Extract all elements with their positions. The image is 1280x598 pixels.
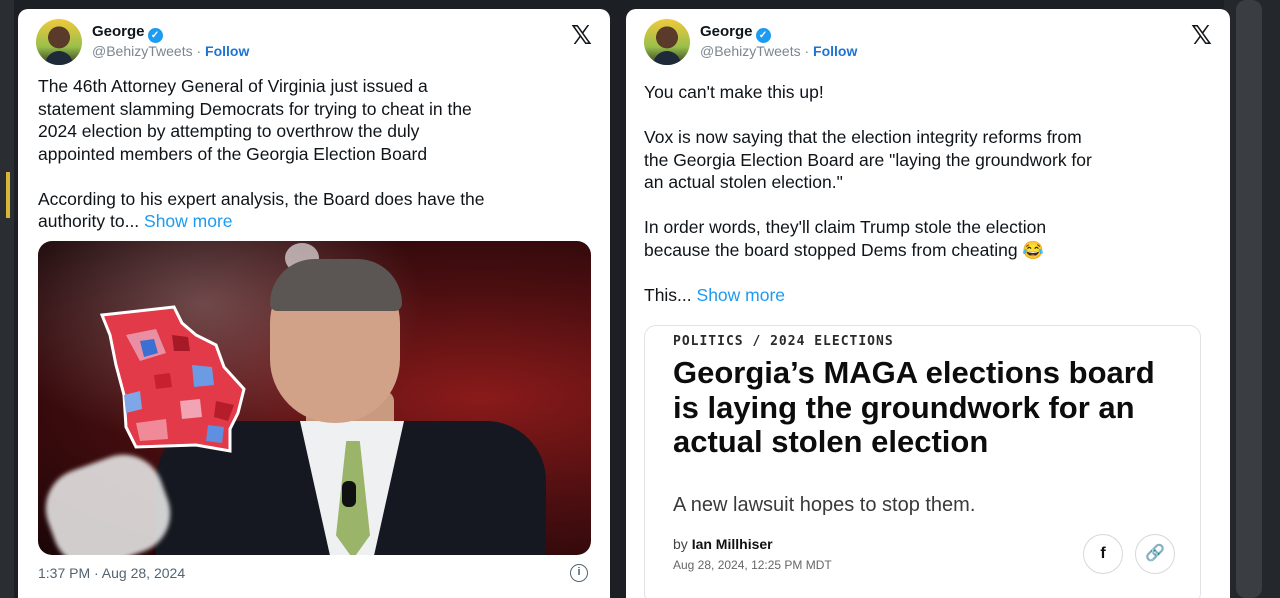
tweet-photo[interactable] bbox=[38, 241, 591, 555]
tweet-text: You can't make this up! Vox is now sayin… bbox=[644, 82, 1092, 305]
author-handle[interactable]: @BehizyTweets bbox=[92, 43, 193, 59]
show-more-link[interactable]: Show more bbox=[697, 285, 786, 305]
follow-button[interactable]: Follow bbox=[205, 43, 249, 59]
verified-badge-icon: ✓ bbox=[147, 28, 163, 43]
author-name[interactable]: George ✓ bbox=[700, 23, 771, 43]
article-author[interactable]: Ian Millhiser bbox=[692, 536, 773, 552]
left-frame-edge bbox=[0, 0, 14, 598]
avatar[interactable] bbox=[644, 19, 690, 65]
author-name[interactable]: George ✓ bbox=[92, 23, 163, 43]
tweet-timestamp[interactable]: 1:37 PM · Aug 28, 2024 bbox=[38, 565, 185, 581]
article-kicker: POLITICS / 2024 ELECTIONS bbox=[673, 334, 894, 349]
avatar[interactable] bbox=[36, 19, 82, 65]
link-preview-card[interactable]: POLITICS / 2024 ELECTIONS Georgia’s MAGA… bbox=[644, 325, 1201, 598]
left-accent-mark bbox=[6, 172, 10, 218]
author-handle-line: @BehizyTweets · Follow bbox=[700, 43, 858, 59]
tweet-card-2[interactable]: George ✓ @BehizyTweets · Follow 𝕏 You can… bbox=[626, 9, 1230, 598]
facebook-share-icon[interactable]: f bbox=[1083, 534, 1123, 574]
georgia-county-map-graphic bbox=[99, 305, 246, 453]
article-headline[interactable]: Georgia’s MAGA elections board is laying… bbox=[673, 355, 1183, 460]
show-more-link[interactable]: Show more bbox=[144, 211, 233, 231]
x-logo-icon[interactable]: 𝕏 bbox=[571, 21, 592, 51]
info-icon[interactable]: i bbox=[570, 564, 588, 582]
follow-button[interactable]: Follow bbox=[813, 43, 857, 59]
copy-link-icon[interactable]: 🔗 bbox=[1135, 534, 1175, 574]
x-logo-icon[interactable]: 𝕏 bbox=[1191, 21, 1212, 51]
tweet-header: George ✓ @BehizyTweets · Follow 𝕏 bbox=[36, 19, 592, 65]
tweet-card-1[interactable]: George ✓ @BehizyTweets · Follow 𝕏 The 46t… bbox=[18, 9, 610, 598]
author-handle[interactable]: @BehizyTweets bbox=[700, 43, 801, 59]
article-byline: by Ian Millhiser bbox=[673, 536, 773, 552]
author-handle-line: @BehizyTweets · Follow bbox=[92, 43, 250, 59]
tweet-text: The 46th Attorney General of Virginia ju… bbox=[38, 76, 485, 231]
article-date: Aug 28, 2024, 12:25 PM MDT bbox=[673, 558, 832, 572]
verified-badge-icon: ✓ bbox=[755, 28, 771, 43]
article-dek: A new lawsuit hopes to stop them. bbox=[673, 494, 976, 516]
right-frame-edge bbox=[1224, 0, 1280, 598]
tweet-header: George ✓ @BehizyTweets · Follow 𝕏 bbox=[644, 19, 1212, 65]
